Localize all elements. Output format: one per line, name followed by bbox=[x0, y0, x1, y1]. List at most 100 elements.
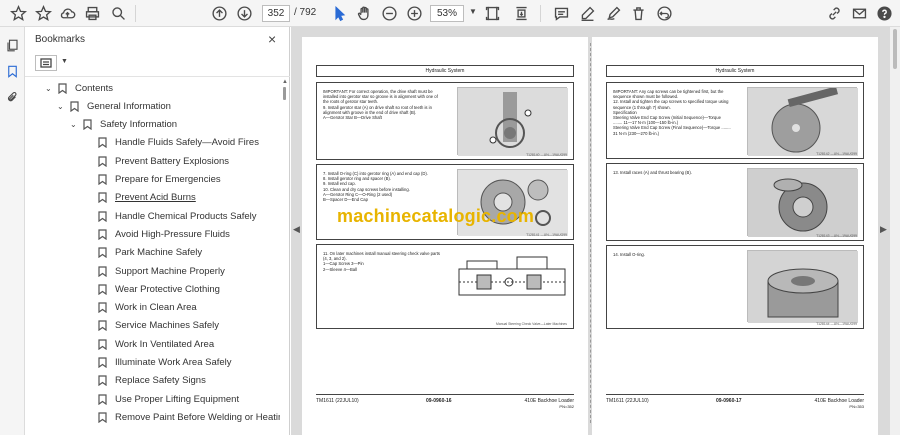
bookmark-label: General Information bbox=[87, 100, 171, 112]
bookmark-item[interactable]: Prepare for Emergencies bbox=[85, 171, 221, 189]
figure-caption: T128141 —UN—19AUG99 bbox=[526, 233, 567, 237]
document-viewport[interactable]: ◀ ▶ Hydraulic System IMPORTANT: For corr… bbox=[291, 27, 900, 435]
page-total-label: / 792 bbox=[294, 7, 317, 18]
print-icon[interactable] bbox=[82, 3, 102, 23]
help-icon[interactable] bbox=[874, 3, 894, 23]
figure-caption: Manual Steering Check Valve—Later Machin… bbox=[496, 322, 567, 326]
bookmark-item[interactable]: ⌄ Contents bbox=[45, 79, 113, 97]
bookmark-flag-icon bbox=[67, 100, 81, 112]
bookmark-item[interactable]: Use Proper Lifting Equipment bbox=[85, 390, 239, 408]
bookmark-item[interactable]: ⌄ General Information bbox=[57, 97, 171, 115]
bookmark-label: Contents bbox=[75, 82, 114, 94]
attachments-paperclip-icon[interactable] bbox=[4, 89, 21, 106]
link-edit-icon[interactable] bbox=[824, 3, 844, 23]
bookmark-label: Avoid High-Pressure Fluids bbox=[115, 228, 230, 240]
bookmark-options-button[interactable] bbox=[35, 55, 57, 71]
bookmark-item[interactable]: Replace Safety Signs bbox=[85, 372, 206, 390]
bookmark-label: Handle Fluids Safely—Avoid Fires bbox=[115, 137, 259, 149]
zoom-in-icon[interactable] bbox=[404, 3, 424, 23]
comment-icon[interactable] bbox=[551, 3, 571, 23]
draw-icon[interactable] bbox=[603, 3, 623, 23]
page-number-input[interactable]: 352 bbox=[262, 5, 290, 22]
bookmark-item[interactable]: Work in Clean Area bbox=[85, 299, 197, 317]
scroll-mode-icon[interactable] bbox=[511, 3, 531, 23]
bookmark-label: Prevent Acid Burns bbox=[115, 192, 196, 204]
next-page-icon[interactable] bbox=[234, 3, 254, 23]
zoom-search-icon[interactable] bbox=[108, 3, 128, 23]
bookmarks-scrollbar[interactable]: ▲ bbox=[282, 79, 288, 432]
footer-section-number: 09-0960-16 bbox=[426, 398, 452, 404]
bookmark-label: Use Proper Lifting Equipment bbox=[115, 393, 240, 405]
scroll-right-arrow-icon[interactable]: ▶ bbox=[880, 224, 887, 235]
hand-tool-icon[interactable] bbox=[354, 3, 374, 23]
figure-caption: T128144 —UN—19AUG99 bbox=[816, 322, 857, 326]
bookmark-item[interactable]: Park Machine Safely bbox=[85, 244, 202, 262]
zoom-dropdown-chevron-icon[interactable]: ▼ bbox=[469, 7, 477, 16]
bookmark-flag-icon bbox=[95, 155, 109, 167]
bookmark-item[interactable]: Prevent Battery Explosions bbox=[85, 152, 229, 170]
bookmark-flag-icon bbox=[95, 375, 109, 387]
bookmark-flag-icon bbox=[95, 338, 109, 350]
bookmark-label: Prevent Battery Explosions bbox=[115, 155, 230, 167]
bookmark-item[interactable]: Handle Fluids Safely—Avoid Fires bbox=[85, 134, 259, 152]
figure-caption: T128140 —UN—19AUG99 bbox=[526, 153, 567, 157]
bookmark-flag-icon bbox=[95, 357, 109, 369]
bookmarks-panel-title: Bookmarks bbox=[35, 34, 86, 45]
cloud-upload-icon[interactable] bbox=[57, 3, 77, 23]
select-cursor-icon[interactable] bbox=[329, 3, 349, 23]
delete-trash-icon[interactable] bbox=[628, 3, 648, 23]
page-fit-icon[interactable] bbox=[482, 3, 502, 23]
bookmark-item[interactable]: Wear Protective Clothing bbox=[85, 280, 220, 298]
bookmark-flag-icon bbox=[95, 210, 109, 222]
bookmark-flag-icon bbox=[95, 320, 109, 332]
scrollbar-thumb[interactable] bbox=[893, 29, 897, 69]
previous-page-icon[interactable] bbox=[209, 3, 229, 23]
instruction-text: IMPORTANT: Any cap screws can be tighten… bbox=[613, 89, 731, 136]
bookmark-item[interactable]: Avoid High-Pressure Fluids bbox=[85, 225, 230, 243]
figure-image bbox=[747, 86, 858, 156]
footer-section-number: 09-0960-17 bbox=[716, 398, 742, 404]
bookmark-item[interactable]: Handle Chemical Products Safely bbox=[85, 207, 257, 225]
close-icon[interactable]: × bbox=[268, 31, 276, 47]
bookmark-flag-icon bbox=[55, 82, 69, 94]
expand-chevron-icon[interactable]: ⌄ bbox=[45, 84, 55, 93]
document-scrollbar[interactable] bbox=[890, 27, 900, 435]
bookmark-item[interactable]: Support Machine Properly bbox=[85, 262, 225, 280]
undo-icon[interactable] bbox=[654, 3, 674, 23]
bookmark-label: Support Machine Properly bbox=[115, 265, 225, 277]
bookmark-item[interactable]: ⌄ Safety Information bbox=[70, 116, 177, 134]
bookmark-item[interactable]: Service Machines Safely bbox=[85, 317, 219, 335]
highlight-pen-icon[interactable] bbox=[577, 3, 597, 23]
expand-chevron-icon[interactable]: ⌄ bbox=[57, 102, 67, 111]
page-header: Hydraulic System bbox=[606, 65, 864, 77]
star-icon[interactable] bbox=[33, 3, 53, 23]
bookmark-item[interactable]: Illuminate Work Area Safely bbox=[85, 354, 232, 372]
bookmark-flag-icon bbox=[95, 137, 109, 149]
figure-diagram bbox=[457, 249, 567, 311]
bookmark-item[interactable]: Work In Ventilated Area bbox=[85, 335, 214, 353]
scrollbar-thumb[interactable] bbox=[283, 87, 286, 100]
bookmarks-panel: Bookmarks × ▼ ⌄ Contents ⌄ General Informat… bbox=[25, 27, 290, 435]
instruction-text: IMPORTANT: For correct operation, the dr… bbox=[323, 89, 438, 121]
options-dropdown-chevron-icon[interactable]: ▼ bbox=[61, 58, 68, 65]
toolbar: 352 / 792 53% ▼ bbox=[0, 0, 900, 27]
bookmarks-panel-icon[interactable] bbox=[4, 63, 21, 80]
instruction-text: 11. On later machines install manual ste… bbox=[323, 251, 440, 272]
bookmark-label: Work In Ventilated Area bbox=[115, 338, 215, 350]
bookmark-label: Replace Safety Signs bbox=[115, 375, 206, 387]
bookmark-flag-icon bbox=[95, 265, 109, 277]
expand-chevron-icon[interactable]: ⌄ bbox=[70, 120, 80, 129]
zoom-level-field[interactable]: 53% bbox=[430, 5, 464, 22]
zoom-out-icon[interactable] bbox=[379, 3, 399, 23]
page-thumbnails-icon[interactable] bbox=[4, 37, 21, 54]
bookmark-label: Safety Information bbox=[100, 119, 178, 131]
bookmark-star-icon[interactable] bbox=[8, 3, 28, 23]
bookmark-item[interactable]: Remove Paint Before Welding or Heating bbox=[85, 408, 280, 426]
bookmark-label: Service Machines Safely bbox=[115, 320, 220, 332]
scroll-left-arrow-icon[interactable]: ◀ bbox=[293, 224, 300, 235]
bookmark-item[interactable]: Prevent Acid Burns bbox=[85, 189, 196, 207]
scroll-up-arrow-icon[interactable]: ▲ bbox=[282, 79, 288, 85]
watermark-text: machinecatalogic.com bbox=[337, 206, 535, 226]
instruction-section: IMPORTANT: For correct operation, the dr… bbox=[316, 82, 574, 160]
email-icon[interactable] bbox=[849, 3, 869, 23]
